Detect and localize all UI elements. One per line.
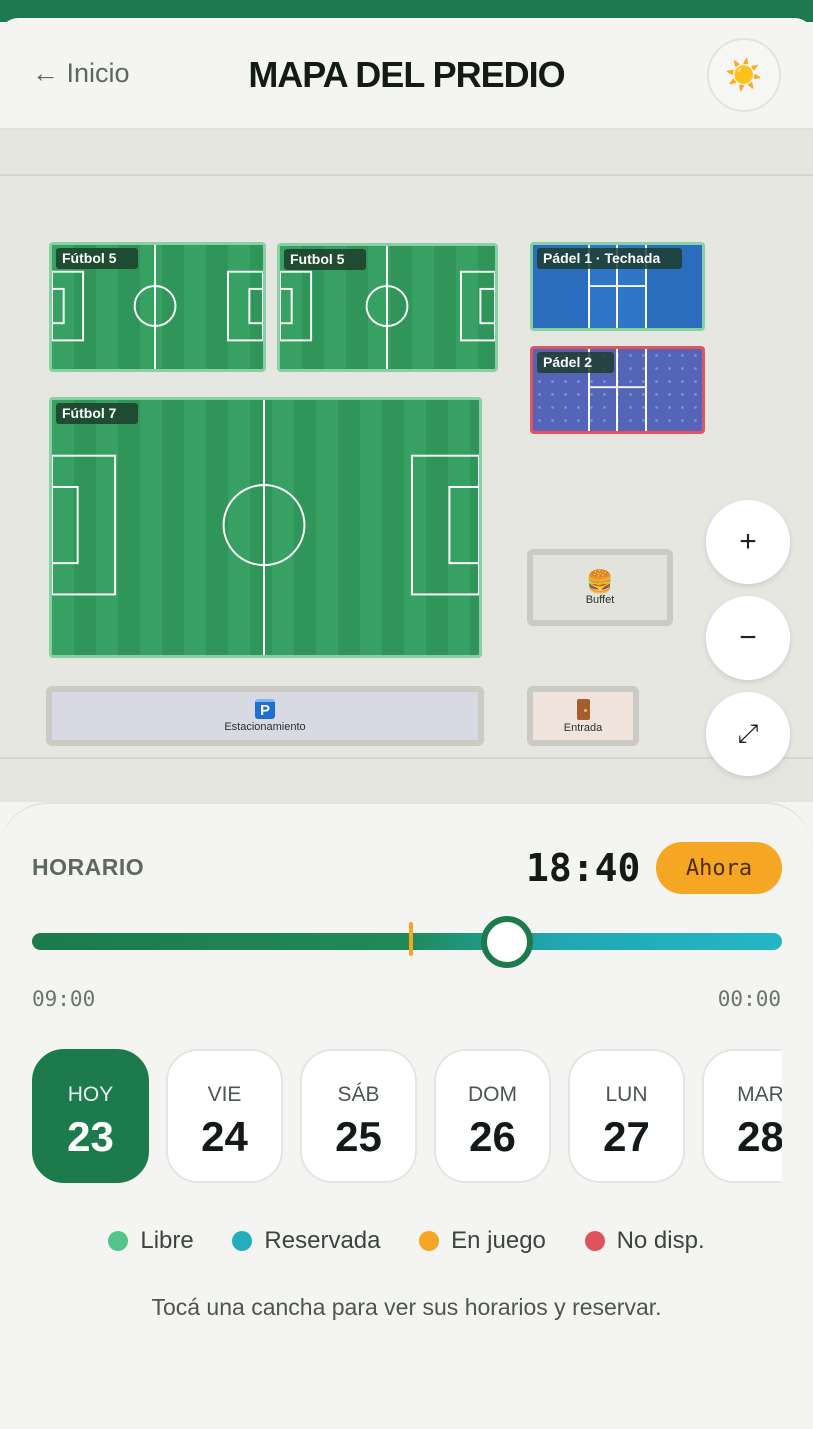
day-name: MAR bbox=[737, 1083, 782, 1106]
day-name: SÁB bbox=[337, 1083, 380, 1106]
legend-dot bbox=[419, 1231, 440, 1251]
day-name: LUN bbox=[605, 1083, 648, 1106]
court-label: Fútbol 7 bbox=[56, 403, 139, 424]
court-futbol-7[interactable]: Fútbol 7 bbox=[49, 397, 482, 658]
hint-text: Tocá una cancha para ver sus horarios y … bbox=[151, 1294, 662, 1320]
day-number: 27 bbox=[603, 1113, 650, 1160]
sun-icon: ☀️ bbox=[725, 58, 763, 92]
range-start-time: 09:00 bbox=[32, 987, 96, 1011]
day-card[interactable]: HOY 23 bbox=[32, 1049, 149, 1183]
legend-dot bbox=[584, 1231, 605, 1251]
facility-buffet[interactable]: 🍔 Buffet bbox=[527, 549, 673, 626]
legend-label: Libre bbox=[140, 1227, 194, 1254]
time-slider-track[interactable] bbox=[32, 933, 782, 950]
page-title: MAPA DEL PREDIO bbox=[248, 54, 565, 95]
court-padel-2[interactable]: Pádel 2 bbox=[530, 346, 705, 434]
legend-item: Libre bbox=[108, 1227, 194, 1255]
court-label: Fútbol 5 bbox=[56, 248, 139, 269]
legend-dot bbox=[232, 1231, 253, 1251]
zoom-in-button[interactable]: + bbox=[706, 500, 790, 584]
court-padel-1[interactable]: Pádel 1 · Techada bbox=[530, 242, 705, 331]
theme-toggle-button[interactable]: ☀️ bbox=[707, 38, 781, 112]
zoom-out-button[interactable]: − bbox=[706, 596, 790, 680]
day-card[interactable]: DOM 26 bbox=[434, 1049, 551, 1183]
now-button[interactable]: Ahora bbox=[656, 842, 782, 894]
court-label: Pádel 2 bbox=[537, 352, 615, 373]
legend-label: Reservada bbox=[264, 1227, 381, 1254]
day-card[interactable]: SÁB 25 bbox=[300, 1049, 417, 1183]
selected-time: 18:40 bbox=[526, 846, 641, 890]
schedule-panel: HORARIO 18:40 Ahora 09:00 00:00 HOY 23 V… bbox=[0, 802, 813, 1429]
day-number: 25 bbox=[335, 1113, 382, 1160]
burger-icon: 🍔 bbox=[586, 568, 614, 594]
facility-entrance[interactable]: Entrada bbox=[527, 686, 639, 746]
venue-map[interactable]: Fútbol 5 Futbol 5 Fútbol 7 Pádel 1 · Tec… bbox=[0, 130, 813, 802]
court-futbol-5-b[interactable]: Futbol 5 bbox=[277, 243, 498, 372]
door-icon bbox=[576, 698, 590, 720]
legend-label: No disp. bbox=[616, 1227, 705, 1254]
facility-label: Entrada bbox=[563, 721, 603, 734]
day-card[interactable]: LUN 27 bbox=[568, 1049, 685, 1183]
facility-parking[interactable]: P Estacionamiento bbox=[46, 686, 484, 746]
app-header: ← Inicio MAPA DEL PREDIO ☀️ bbox=[0, 18, 813, 130]
day-number: 24 bbox=[201, 1113, 248, 1160]
day-name: HOY bbox=[67, 1083, 114, 1106]
time-slider-thumb[interactable] bbox=[480, 916, 533, 968]
facility-label: Estacionamiento bbox=[224, 721, 306, 733]
map-ground: Fútbol 5 Futbol 5 Fútbol 7 Pádel 1 · Tec… bbox=[0, 174, 813, 759]
expand-icon: ⤢ bbox=[737, 718, 759, 748]
day-number: 26 bbox=[469, 1113, 516, 1160]
legend-item: No disp. bbox=[584, 1227, 705, 1255]
day-card[interactable]: VIE 24 bbox=[166, 1049, 283, 1183]
facility-label: Buffet bbox=[585, 593, 615, 606]
legend-dot bbox=[108, 1231, 129, 1251]
day-selector: HOY 23 VIE 24 SÁB 25 DOM 26 LUN 27 MAR 2… bbox=[32, 1049, 782, 1185]
court-label: Futbol 5 bbox=[284, 249, 367, 270]
fullscreen-button[interactable]: ⤢ bbox=[706, 692, 790, 776]
day-name: DOM bbox=[468, 1083, 517, 1106]
court-futbol-5-a[interactable]: Fútbol 5 bbox=[49, 242, 266, 372]
schedule-label: HORARIO bbox=[32, 854, 145, 880]
legend-label: En juego bbox=[451, 1227, 546, 1254]
soccer-field-lines bbox=[52, 400, 479, 655]
parking-icon: P bbox=[255, 699, 275, 719]
status-legend: Libre Reservada En juego No disp. bbox=[0, 1227, 813, 1258]
court-label: Pádel 1 · Techada bbox=[537, 248, 683, 269]
legend-item: Reservada bbox=[232, 1227, 380, 1255]
day-card[interactable]: MAR 28 bbox=[702, 1049, 782, 1183]
current-time-marker bbox=[409, 922, 413, 956]
legend-item: En juego bbox=[419, 1227, 546, 1255]
range-end-time: 00:00 bbox=[717, 987, 781, 1011]
day-number: 23 bbox=[67, 1113, 114, 1160]
day-name: VIE bbox=[207, 1083, 242, 1106]
day-number: 28 bbox=[737, 1113, 782, 1160]
